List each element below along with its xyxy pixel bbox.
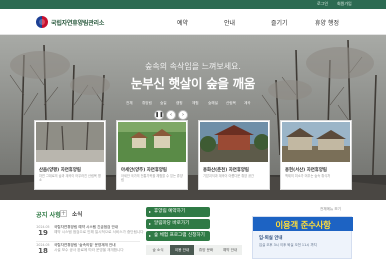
notice-more-button[interactable]: + [60, 210, 67, 217]
card-title: 용현(서산) 자연휴양림 [285, 168, 327, 173]
notice-text: 국립자연휴양림 예약 시스템 긴급점검 안내 예약 시스템 점검으로 인해 일시… [54, 225, 144, 234]
hero-subtitle: 숲속의 속삭임을 느껴보세요. [145, 62, 241, 71]
card-title: 산음(양평) 자연휴양림 [39, 168, 81, 173]
card-desc: 아세안 국가의 전통가옥을 체험할 수 있는 휴양림 [121, 174, 183, 183]
program-apply-button[interactable]: ▸ 숲 체험 프로그램 신청하기 [146, 231, 210, 241]
notice-date: 2024.05 18 [36, 243, 50, 255]
tab-reservation-guide[interactable]: 예약 안내 [218, 245, 242, 255]
login-link[interactable]: 로그인 [317, 1, 328, 7]
notice-board-button[interactable]: ▸ 알림마당 바로가기 [146, 219, 210, 229]
join-link[interactable]: 회원가입 [337, 1, 352, 7]
forest-card[interactable]: 용현(서산) 자연휴양림 백제의 미소가 머무는 숲속 휴식처 [280, 120, 352, 190]
tab-usage-guide[interactable]: 이용 안내 [170, 245, 194, 255]
card-title: 용화산(춘천) 자연휴양림 [203, 168, 249, 173]
rules-banner-title: 이용객 준수사항 [275, 221, 331, 231]
arrow-right-icon: ▸ [149, 233, 152, 238]
site-logo-text[interactable]: 국립자연휴양림관리소 [51, 18, 104, 27]
header: 국립자연휴양림관리소 예약 안내 즐기기 휴양 행정 [0, 9, 386, 35]
notice-desc: 시설 보수 공사 완료에 따라 운영을 재개합니다 [54, 247, 124, 252]
card-desc: 기암괴석과 계곡이 아름다운 휴양 공간 [203, 174, 254, 178]
bottom-section: 공지 사항 소식 + 2024.05 19 국립자연휴양림 예약 시스템 긴급점… [0, 200, 386, 259]
next-slide-button[interactable]: › [178, 110, 188, 120]
category-experience[interactable]: 체험 [192, 101, 199, 106]
quick-button-label: 알림마당 바로가기 [154, 221, 190, 226]
rules-banner[interactable]: 이용객 준수사항 입·퇴실 안내 입실 오후 3시 이후 퇴실 오전 11시 까… [252, 216, 353, 259]
card-image [200, 122, 268, 162]
notice-item[interactable]: 2024.05 19 국립자연휴양림 예약 시스템 긴급점검 안내 예약 시스템… [36, 225, 144, 241]
quick-button-label: 휴양림 예약하기 [154, 209, 186, 214]
tab-culture[interactable]: 휴양 문화 [194, 245, 218, 255]
card-desc: 자연 그대로의 숲과 계곡이 어우러진 산림욕 명소 [39, 174, 101, 183]
notice-divider [36, 241, 140, 242]
nav-administration[interactable]: 휴양 행정 [315, 18, 339, 27]
notice-title: 국립자연휴양림 '숲속의집' 운영재개 안내 [54, 243, 116, 247]
card-title: 아세안(양주) 자연휴양림 [121, 168, 167, 173]
notice-title: 국립자연휴양림 예약 시스템 긴급점검 안내 [54, 225, 119, 229]
sitemap-link[interactable]: 전체메뉴 보기 [320, 207, 341, 212]
nav-guide[interactable]: 안내 [224, 18, 235, 27]
card-image [282, 122, 350, 162]
category-guide[interactable]: 숲해설 [208, 101, 218, 106]
category-trail[interactable]: 숲길 [160, 101, 167, 106]
category-all[interactable]: 전체 [126, 101, 133, 106]
rules-banner-text: 입실 오후 3시 이후 퇴실 오전 11시 까지 [259, 243, 317, 247]
nav-reservation[interactable]: 예약 [177, 18, 188, 27]
notice-date-day: 18 [38, 247, 48, 255]
notice-text: 국립자연휴양림 '숲속의집' 운영재개 안내 시설 보수 공사 완료에 따라 운… [54, 243, 144, 252]
forest-reservation-button[interactable]: ▸ 휴양림 예약하기 [146, 207, 210, 217]
category-camping[interactable]: 캠핑 [176, 101, 183, 106]
notice-date-day: 19 [38, 229, 48, 237]
tab-news[interactable]: 소식 [72, 210, 82, 218]
card-desc: 백제의 미소가 머무는 숲속 휴식처 [285, 174, 331, 178]
utility-bar: 로그인 회원가입 [0, 0, 386, 9]
forest-card[interactable]: 용화산(춘천) 자연휴양림 기암괴석과 계곡이 아름다운 휴양 공간 [198, 120, 270, 190]
hero-title: 눈부신 햇살이 숲을 깨움 [130, 76, 256, 91]
tab-notice[interactable]: 공지 사항 [36, 210, 61, 219]
info-tabs: 숲 소식 이용 안내 휴양 문화 예약 안내 [146, 245, 242, 255]
forest-card[interactable]: 산음(양평) 자연휴양림 자연 그대로의 숲과 계곡이 어우러진 산림욕 명소 [34, 120, 106, 190]
card-image [118, 122, 186, 162]
nav-enjoy[interactable]: 즐기기 [271, 18, 288, 27]
forest-card-list: 산음(양평) 자연휴양림 자연 그대로의 숲과 계곡이 어우러진 산림욕 명소 … [34, 120, 352, 190]
category-filter: 전체 휴양림 숲길 캠핑 체험 숲해설 산림욕 계곡 [120, 101, 260, 110]
tab-forest-news[interactable]: 숲 소식 [146, 245, 170, 255]
hero-banner: 숲속의 속삭임을 느껴보세요. 눈부신 햇살이 숲을 깨움 전체 휴양림 숲길 … [0, 35, 386, 200]
pause-button[interactable]: ❚❚ [154, 110, 164, 120]
card-image [36, 122, 104, 162]
category-valley[interactable]: 계곡 [244, 101, 251, 106]
category-forest[interactable]: 휴양림 [142, 101, 152, 106]
notice-desc: 예약 시스템 점검으로 인해 일시적으로 서비스가 중단됩니다 [54, 229, 144, 234]
government-emblem-icon[interactable] [36, 16, 48, 28]
quick-button-label: 숲 체험 프로그램 신청하기 [154, 233, 205, 238]
forest-card[interactable]: 아세안(양주) 자연휴양림 아세안 국가의 전통가옥을 체험할 수 있는 휴양림 [116, 120, 188, 190]
category-bath[interactable]: 산림욕 [226, 101, 236, 106]
arrow-right-icon: ▸ [149, 209, 152, 214]
prev-slide-button[interactable]: ‹ [166, 110, 176, 120]
arrow-right-icon: ▸ [149, 221, 152, 226]
notice-date: 2024.05 19 [36, 225, 50, 237]
rules-banner-subtitle: 입·퇴실 안내 [259, 236, 283, 241]
notice-item[interactable]: 2024.05 18 국립자연휴양림 '숲속의집' 운영재개 안내 시설 보수 … [36, 243, 142, 259]
